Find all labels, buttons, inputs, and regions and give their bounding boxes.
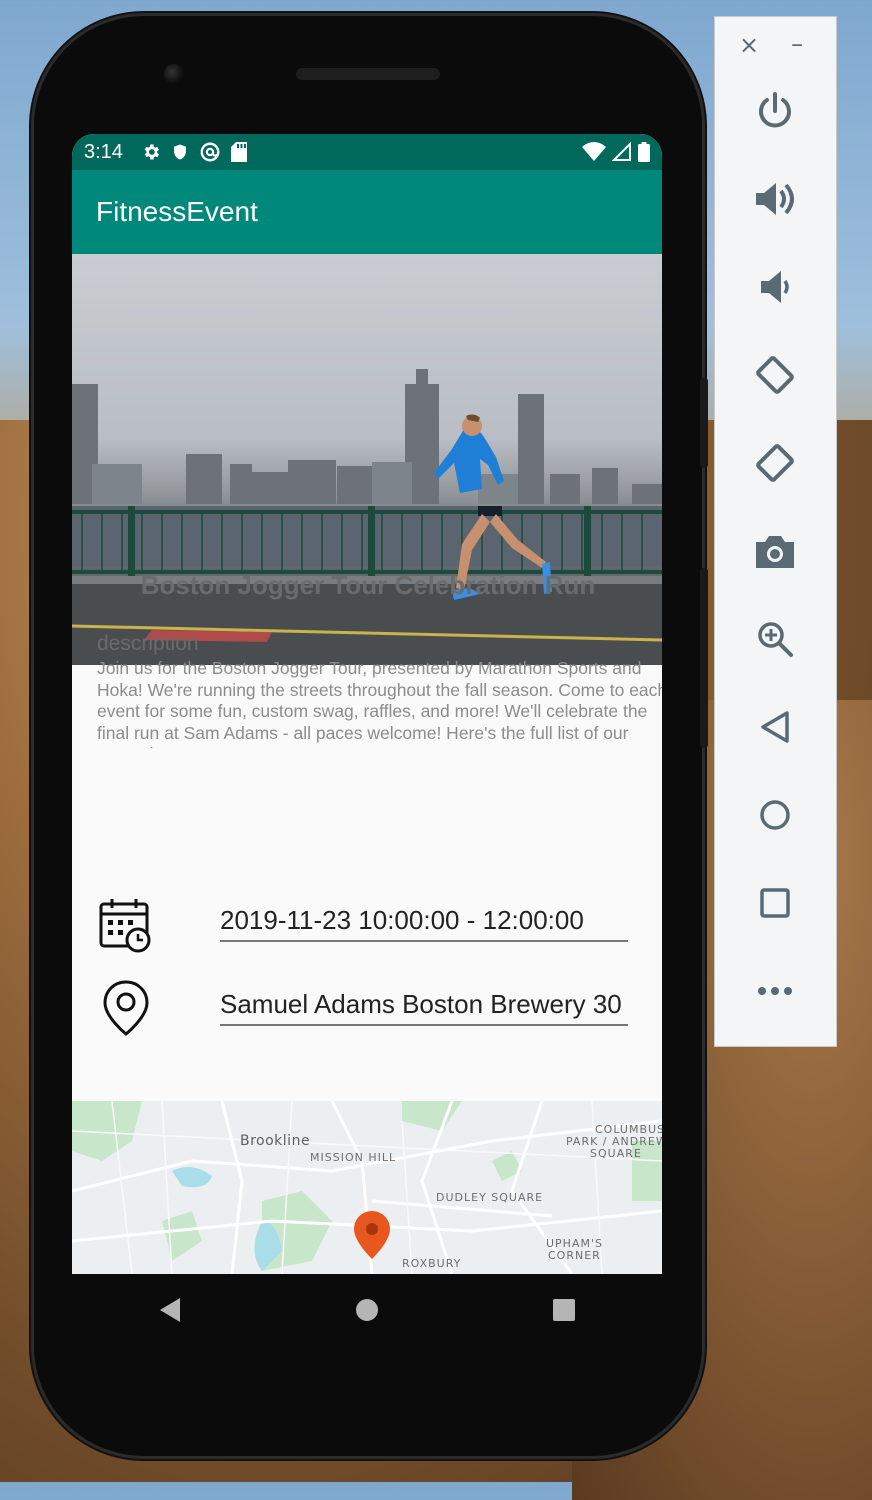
emulator-toolbar: × – [714, 16, 837, 1047]
camera-icon [756, 536, 794, 568]
calendar-clock-icon [99, 899, 151, 953]
minimize-icon[interactable]: – [791, 30, 803, 58]
emulator-more-button[interactable] [753, 969, 797, 1013]
rotate-left-button[interactable] [753, 353, 797, 397]
shield-icon [173, 144, 186, 160]
overview-icon [760, 888, 790, 918]
nav-back-button[interactable] [150, 1290, 190, 1330]
at-sign-icon [200, 142, 220, 162]
map-label-columbus-park-3: SQUARE [590, 1147, 642, 1160]
rotate-right-button[interactable] [753, 441, 797, 485]
datetime-row: 2019-11-23 10:00:00 - 12:00:00 [72, 899, 662, 960]
back-icon [160, 1298, 181, 1322]
location-row: Samuel Adams Boston Brewery 30 Germania … [72, 980, 662, 1044]
earpiece-speaker [296, 68, 440, 80]
gear-icon [144, 144, 159, 160]
volume-down-icon [761, 271, 789, 303]
sd-card-icon [230, 142, 247, 162]
signal-icon [612, 142, 631, 161]
app-title: FitnessEvent [96, 196, 258, 227]
map-label-dudley: DUDLEY SQUARE [436, 1191, 544, 1204]
volume-up-icon [756, 183, 794, 215]
emulator-overview-button[interactable] [753, 881, 797, 925]
wifi-icon [582, 142, 606, 161]
back-icon [761, 711, 789, 743]
status-time: 3:14 [84, 140, 123, 163]
rotate-right-icon [756, 444, 794, 482]
nav-home-button[interactable] [347, 1290, 387, 1330]
battery-icon [638, 142, 650, 162]
map-label-uphams-2: CORNER [548, 1249, 601, 1262]
front-camera [164, 64, 184, 84]
app-screen: 3:14 FitnessEvent Boston Jogger Tour Cel… [72, 134, 662, 1274]
map-pin-icon[interactable] [353, 1210, 391, 1260]
event-photo-illustration [72, 369, 662, 665]
event-title: Boston Jogger Tour Celebration Run [140, 570, 596, 600]
event-photo [72, 254, 662, 665]
home-icon [760, 800, 790, 830]
emulator-back-button[interactable] [753, 705, 797, 749]
location-pin-icon [103, 980, 149, 1036]
app-bar: FitnessEvent [72, 170, 662, 254]
close-icon[interactable]: × [739, 31, 759, 59]
event-map[interactable]: Brookline MISSION HILL COLUMBUS PARK / A… [72, 1101, 662, 1274]
power-button[interactable] [753, 89, 797, 133]
phone-volume-key[interactable] [700, 568, 708, 748]
nav-bar [72, 1274, 662, 1346]
emulator-home-button[interactable] [753, 793, 797, 837]
rotate-left-icon [756, 356, 794, 394]
more-icon [758, 987, 792, 995]
map-label-mission-hill: MISSION HILL [310, 1151, 397, 1164]
status-bar: 3:14 [72, 134, 662, 170]
volume-down-button[interactable] [753, 265, 797, 309]
location-field[interactable]: Samuel Adams Boston Brewery 30 Germania … [220, 984, 628, 1026]
zoom-icon [758, 622, 793, 657]
recents-icon [552, 1299, 575, 1321]
volume-up-button[interactable] [753, 177, 797, 221]
description-label: description [97, 632, 199, 655]
event-description[interactable]: Join us for the Boston Jogger Tour, pres… [97, 658, 662, 748]
map-label-brookline: Brookline [240, 1133, 311, 1149]
zoom-button[interactable] [753, 617, 797, 661]
emulator-toolbar-header: × – [715, 17, 836, 77]
home-icon [355, 1299, 378, 1321]
phone-power-key[interactable] [700, 378, 708, 468]
nav-recents-button[interactable] [544, 1290, 584, 1330]
screenshot-button[interactable] [753, 529, 797, 573]
map-label-roxbury: ROXBURY [402, 1257, 462, 1270]
power-icon [759, 92, 791, 128]
datetime-field[interactable]: 2019-11-23 10:00:00 - 12:00:00 [220, 900, 628, 942]
